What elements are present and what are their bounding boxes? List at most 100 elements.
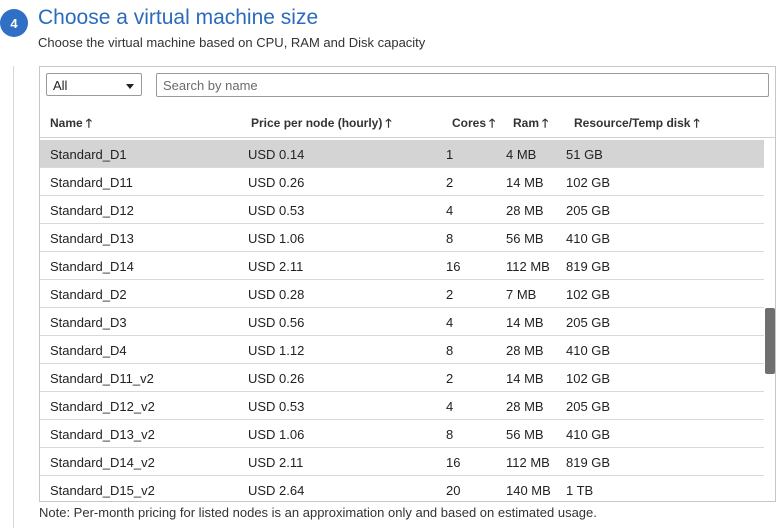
scrollbar-thumb[interactable] xyxy=(765,308,775,374)
column-header-ram[interactable]: Ram 🡑 xyxy=(513,114,548,135)
cell-price: USD 0.26 xyxy=(248,175,305,190)
cell-disk: 819 GB xyxy=(566,259,611,274)
cell-name: Standard_D1 xyxy=(50,147,127,162)
cell-name: Standard_D12 xyxy=(50,203,134,218)
cell-name: Standard_D11_v2 xyxy=(50,371,154,386)
table-row[interactable]: Standard_D11_v2 USD 0.26 2 14 MB 102 GB xyxy=(40,364,764,392)
caret-down-icon xyxy=(126,84,134,89)
cell-cores: 16 xyxy=(446,259,461,274)
cell-ram: 56 MB xyxy=(506,231,544,246)
cell-name: Standard_D2 xyxy=(50,287,127,302)
cell-ram: 112 MB xyxy=(506,455,550,470)
table-row[interactable]: Standard_D13 USD 1.06 8 56 MB 410 GB xyxy=(40,224,764,252)
cell-ram: 28 MB xyxy=(506,203,544,218)
page-subtitle: Choose the virtual machine based on CPU,… xyxy=(38,35,426,50)
table-scrollbar[interactable] xyxy=(765,140,775,501)
table-row[interactable]: Standard_D2 USD 0.28 2 7 MB 102 GB xyxy=(40,280,764,308)
cell-disk: 410 GB xyxy=(566,231,611,246)
vm-size-panel: All Name🡑 Price per node (hourly)🡑 Cores… xyxy=(39,66,776,502)
cell-price: USD 0.53 xyxy=(248,399,305,414)
table-row[interactable]: Standard_D12 USD 0.53 4 28 MB 205 GB xyxy=(40,196,764,224)
table-row[interactable]: Standard_D12_v2 USD 0.53 4 28 MB 205 GB xyxy=(40,392,764,420)
table-row[interactable]: Standard_D11 USD 0.26 2 14 MB 102 GB xyxy=(40,168,764,196)
cell-cores: 8 xyxy=(446,427,454,442)
cell-name: Standard_D4 xyxy=(50,343,127,358)
cell-name: Standard_D14_v2 xyxy=(50,455,155,470)
cell-cores: 20 xyxy=(446,483,461,498)
cell-name: Standard_D13 xyxy=(50,231,134,246)
step-number-badge: 4 xyxy=(0,9,28,37)
cell-price: USD 2.64 xyxy=(248,483,305,498)
cell-price: USD 2.11 xyxy=(248,259,304,274)
cell-ram: 7 MB xyxy=(506,287,537,302)
cell-name: Standard_D15_v2 xyxy=(50,483,155,498)
arrow-up-icon: 🡑 xyxy=(385,116,392,130)
cell-disk: 205 GB xyxy=(566,315,611,330)
cell-cores: 2 xyxy=(446,287,454,302)
cell-price: USD 1.06 xyxy=(248,427,305,442)
arrow-up-icon: 🡑 xyxy=(693,116,700,130)
table-row[interactable]: Standard_D3 USD 0.56 4 14 MB 205 GB xyxy=(40,308,764,336)
table-row[interactable]: Standard_D4 USD 1.12 8 28 MB 410 GB xyxy=(40,336,764,364)
page-title: Choose a virtual machine size xyxy=(38,6,319,29)
cell-price: USD 0.28 xyxy=(248,287,305,302)
cell-price: USD 0.26 xyxy=(248,371,305,386)
column-header-cores[interactable]: Cores 🡑 xyxy=(452,114,495,135)
cell-name: Standard_D3 xyxy=(50,315,127,330)
cell-cores: 4 xyxy=(446,399,454,414)
cell-cores: 2 xyxy=(446,371,454,386)
cell-ram: 28 MB xyxy=(506,343,544,358)
cell-cores: 1 xyxy=(446,147,454,162)
cell-disk: 102 GB xyxy=(566,287,611,302)
cell-disk: 102 GB xyxy=(566,371,611,386)
cell-ram: 56 MB xyxy=(506,427,544,442)
cell-cores: 16 xyxy=(446,455,461,470)
category-filter-dropdown[interactable]: All xyxy=(46,73,142,96)
cell-price: USD 2.11 xyxy=(248,455,304,470)
cell-name: Standard_D14 xyxy=(50,259,134,274)
cell-cores: 4 xyxy=(446,203,454,218)
table-row[interactable]: Standard_D14_v2 USD 2.11 16 112 MB 819 GB xyxy=(40,448,764,476)
cell-ram: 14 MB xyxy=(506,175,544,190)
vm-size-table-body: Standard_D1 USD 0.14 1 4 MB 51 GB Standard_D… xyxy=(40,140,764,501)
arrow-up-icon: 🡑 xyxy=(542,116,549,130)
cell-ram: 112 MB xyxy=(506,259,550,274)
cell-ram: 140 MB xyxy=(506,483,551,498)
cell-price: USD 1.06 xyxy=(248,231,305,246)
cell-disk: 819 GB xyxy=(566,455,611,470)
table-row[interactable]: Standard_D14 USD 2.11 16 112 MB 819 GB xyxy=(40,252,764,280)
search-input[interactable] xyxy=(156,73,769,97)
cell-disk: 410 GB xyxy=(566,343,611,358)
column-header-price[interactable]: Price per node (hourly) 🡑 xyxy=(251,114,392,135)
table-row[interactable]: Standard_D1 USD 0.14 1 4 MB 51 GB xyxy=(40,140,764,168)
cell-cores: 8 xyxy=(446,231,454,246)
cell-disk: 102 GB xyxy=(566,175,611,190)
arrow-up-icon: 🡑 xyxy=(489,116,496,130)
table-row[interactable]: Standard_D15_v2 USD 2.64 20 140 MB 1 TB xyxy=(40,476,764,501)
cell-price: USD 0.53 xyxy=(248,203,305,218)
arrow-up-icon: 🡑 xyxy=(85,116,92,130)
cell-price: USD 1.12 xyxy=(248,343,305,358)
table-header: Name 🡑 Price per node (hourly) 🡑 Cores 🡑 Ra… xyxy=(40,107,775,138)
cell-name: Standard_D11 xyxy=(50,175,133,190)
cell-ram: 14 MB xyxy=(506,371,544,386)
cell-name: Standard_D12_v2 xyxy=(50,399,155,414)
cell-ram: 4 MB xyxy=(506,147,537,162)
cell-price: USD 0.56 xyxy=(248,315,305,330)
cell-cores: 8 xyxy=(446,343,454,358)
category-filter-value: All xyxy=(53,78,68,93)
cell-price: USD 0.14 xyxy=(248,147,305,162)
cell-name: Standard_D13_v2 xyxy=(50,427,155,442)
column-header-disk[interactable]: Resource/Temp disk 🡑 xyxy=(574,114,700,135)
cell-cores: 2 xyxy=(446,175,454,190)
cell-ram: 14 MB xyxy=(506,315,544,330)
cell-disk: 1 TB xyxy=(566,483,594,498)
cell-cores: 4 xyxy=(446,315,454,330)
cell-disk: 410 GB xyxy=(566,427,611,442)
cell-disk: 205 GB xyxy=(566,399,611,414)
table-row[interactable]: Standard_D13_v2 USD 1.06 8 56 MB 410 GB xyxy=(40,420,764,448)
cell-disk: 51 GB xyxy=(566,147,603,162)
cell-ram: 28 MB xyxy=(506,399,544,414)
column-header-name[interactable]: Name 🡑 xyxy=(50,114,92,135)
pricing-note: Note: Per-month pricing for listed nodes… xyxy=(39,505,597,520)
